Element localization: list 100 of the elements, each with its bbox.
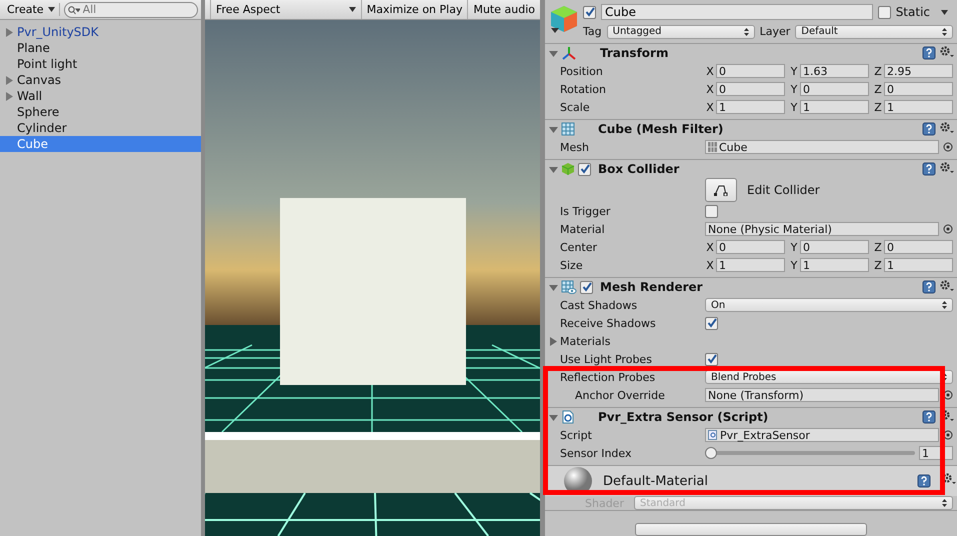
add-component-button[interactable] — [635, 523, 867, 536]
object-picker-icon[interactable] — [943, 390, 953, 400]
component-title: Box Collider — [598, 162, 680, 176]
object-field[interactable]: None (Physic Material) — [705, 222, 939, 236]
settings-icon[interactable] — [939, 278, 955, 292]
axis-label: X — [705, 240, 715, 254]
object-field[interactable]: None (Transform) — [705, 388, 939, 402]
component-title: Transform — [600, 46, 670, 60]
property-label: Scale — [560, 100, 591, 114]
foldout-arrow-icon[interactable] — [549, 412, 558, 422]
help-icon[interactable] — [917, 474, 931, 488]
dropdown[interactable]: Blend Probes — [705, 370, 953, 384]
grid-eye-icon — [561, 280, 577, 294]
number-field[interactable]: 1 — [716, 258, 785, 272]
number-field[interactable]: 0 — [716, 240, 785, 254]
edit-collider-button[interactable] — [705, 178, 737, 202]
foldout-arrow-icon[interactable] — [549, 336, 558, 346]
number-field[interactable]: 1 — [800, 258, 869, 272]
dropdown[interactable]: On — [705, 298, 953, 312]
enabled-checkbox[interactable] — [578, 162, 591, 176]
foldout-arrow-icon[interactable] — [549, 282, 558, 292]
expand-arrow-icon[interactable] — [5, 92, 14, 100]
hierarchy-item[interactable]: Pvr_UnitySDK — [0, 24, 201, 40]
hierarchy-item[interactable]: Canvas — [0, 72, 201, 88]
caret-icon — [48, 7, 55, 12]
property-label: Position — [560, 64, 604, 78]
number-field[interactable]: 1.63 — [800, 64, 869, 78]
checkbox[interactable] — [705, 316, 718, 330]
expand-arrow-icon[interactable] — [5, 76, 14, 84]
edit-shape-icon — [714, 184, 728, 196]
property-label: Cast Shadows — [560, 298, 638, 312]
property-label: Is Trigger — [560, 204, 612, 218]
axis-label: Y — [790, 240, 798, 254]
static-label: Static — [896, 5, 930, 19]
dropdown-arrows-icon — [942, 499, 947, 507]
help-icon[interactable] — [922, 162, 936, 176]
number-field[interactable]: 2.95 — [884, 64, 953, 78]
number-field[interactable]: 1 — [716, 100, 785, 114]
settings-icon[interactable] — [939, 44, 955, 58]
layer-dropdown[interactable]: Default — [795, 24, 953, 38]
dropdown-arrows-icon — [942, 301, 947, 309]
object-field[interactable]: Pvr_ExtraSensor — [705, 428, 939, 442]
object-picker-icon[interactable] — [943, 430, 953, 440]
number-field[interactable]: 1 — [884, 100, 953, 114]
checkbox[interactable] — [705, 204, 718, 218]
hierarchy-item[interactable]: Cube — [0, 136, 201, 152]
settings-icon[interactable] — [939, 160, 955, 174]
script-icon — [708, 430, 718, 440]
help-icon[interactable] — [922, 122, 936, 136]
active-checkbox[interactable] — [583, 6, 596, 18]
property-label: Material — [560, 222, 606, 236]
expand-arrow-icon[interactable] — [5, 28, 14, 36]
foldout-arrow-icon[interactable] — [549, 124, 558, 134]
axis-label: X — [705, 100, 715, 114]
number-field[interactable]: 0 — [800, 240, 869, 254]
cube-icon — [561, 162, 575, 176]
foldout-arrow-icon[interactable] — [549, 164, 558, 174]
axis-label: Z — [873, 100, 883, 114]
search-field[interactable]: All — [64, 2, 198, 18]
toolbar-button[interactable]: Maximize on Play — [360, 0, 468, 19]
aspect-dropdown[interactable]: Free Aspect — [210, 0, 361, 19]
create-button[interactable]: Create — [3, 3, 60, 16]
tag-dropdown[interactable]: Untagged — [606, 24, 755, 38]
number-field[interactable]: 0 — [884, 82, 953, 96]
slider-thumb[interactable] — [705, 447, 717, 459]
grid-icon — [561, 122, 575, 136]
property-label: Receive Shadows — [560, 316, 657, 330]
foldout-label[interactable]: Materials — [560, 334, 705, 348]
hierarchy-item[interactable]: Sphere — [0, 104, 201, 120]
settings-icon[interactable] — [939, 120, 955, 134]
foldout-arrow-icon[interactable] — [549, 48, 558, 58]
dropdown-arrows-icon — [942, 28, 947, 36]
checkbox[interactable] — [705, 352, 718, 366]
dropdown-arrows-icon — [744, 28, 749, 36]
enabled-checkbox[interactable] — [580, 280, 593, 294]
number-field[interactable]: 0 — [800, 82, 869, 96]
static-checkbox[interactable] — [878, 6, 891, 18]
number-field[interactable]: 0 — [884, 240, 953, 254]
hierarchy-item[interactable]: Point light — [0, 56, 201, 72]
component-title: Cube (Mesh Filter) — [598, 122, 724, 136]
number-field[interactable]: 0 — [716, 64, 785, 78]
toolbar-button[interactable]: Mute audio — [467, 0, 540, 19]
help-icon[interactable] — [922, 46, 936, 60]
name-field[interactable]: Cube — [601, 4, 873, 20]
object-picker-icon[interactable] — [943, 224, 953, 234]
help-icon[interactable] — [922, 280, 936, 294]
number-field[interactable]: 0 — [716, 82, 785, 96]
number-field[interactable]: 1 — [800, 100, 869, 114]
help-icon[interactable] — [922, 410, 936, 424]
object-field[interactable]: Cube — [705, 140, 939, 154]
hierarchy-item[interactable]: Plane — [0, 40, 201, 56]
axis-label: Y — [790, 82, 798, 96]
hierarchy-item[interactable]: Wall — [0, 88, 201, 104]
axis-label: X — [705, 64, 715, 78]
property-label: Script — [560, 428, 593, 442]
object-picker-icon[interactable] — [943, 142, 953, 152]
number-field[interactable]: 1 — [884, 258, 953, 272]
axis-label: Z — [873, 82, 883, 96]
property-label: Reflection Probes — [560, 370, 656, 384]
hierarchy-item[interactable]: Cylinder — [0, 120, 201, 136]
